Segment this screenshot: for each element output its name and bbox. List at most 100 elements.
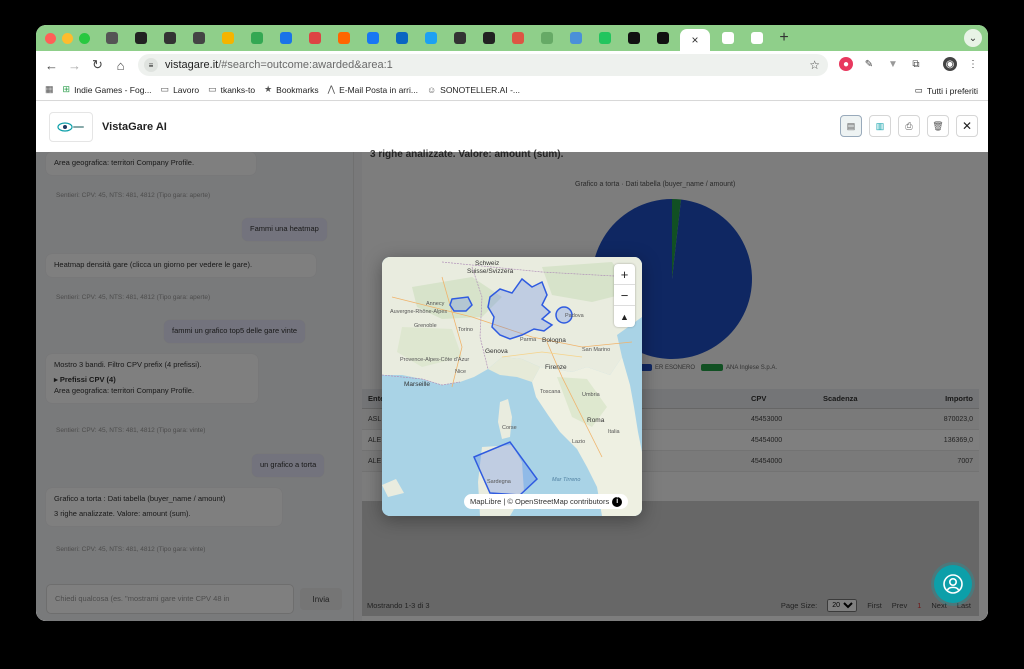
map-label: Toscana (540, 389, 561, 395)
browser-tab[interactable] (651, 29, 674, 47)
browser-toolbar: ← → ↻ ⌂ ≡ vistagare.it /#search=outcome:… (36, 51, 988, 79)
bookmark-lavoro[interactable]: ▭ Lavoro (161, 84, 200, 95)
tab-favicon-icon (105, 32, 118, 44)
map-modal[interactable]: Schweiz Suisse/Svizzera Annecy Grenoble … (382, 257, 642, 516)
browser-tab[interactable] (390, 29, 413, 47)
browser-tab[interactable] (158, 29, 181, 47)
bookmark-tkanks-to[interactable]: ▭ tkanks-to (208, 84, 255, 95)
map-icon: ▥ (875, 120, 885, 131)
map-label: Provence-Alpes-Côte d'Azur (400, 357, 470, 363)
map-label: Schweiz (475, 260, 500, 267)
bookmark-indie-games[interactable]: ⊞ Indie Games - Fog... (63, 84, 152, 95)
browser-window: × + ⌄ ← → ↻ ⌂ ≡ vistagare.it /#search=out… (36, 25, 988, 621)
map-label: Suisse/Svizzera (467, 268, 514, 275)
apps-grid-icon[interactable]: ▦ (45, 84, 54, 95)
browser-tab[interactable] (419, 29, 442, 47)
address-bar[interactable]: ≡ vistagare.it /#search=outcome:awarded&… (138, 54, 828, 76)
assistant-fab-button[interactable] (934, 565, 972, 603)
browser-tab[interactable] (187, 29, 210, 47)
filter-icon[interactable]: ▼ (886, 57, 900, 71)
tab-favicon-icon (134, 32, 147, 44)
tab-search-button[interactable]: ⌄ (964, 29, 982, 47)
browser-menu-icon[interactable]: ⋮ (966, 57, 980, 71)
close-button[interactable]: ✕ (956, 115, 978, 137)
all-bookmarks-folder[interactable]: ▭ Tutti i preferiti (915, 85, 978, 96)
tab-favicon-icon (250, 32, 263, 44)
bookmark-bookmarks[interactable]: ★ Bookmarks (264, 84, 319, 95)
map-attribution: MapLibre | © OpenStreetMap contributors … (464, 494, 629, 509)
browser-tab[interactable] (716, 29, 739, 47)
browser-tab[interactable] (129, 29, 152, 47)
browser-tab[interactable] (477, 29, 500, 47)
extensions-puzzle-icon[interactable]: ⧉ (909, 57, 923, 71)
browser-tab[interactable] (216, 29, 239, 47)
folder-icon: ▭ (914, 85, 923, 95)
folder-icon: ▭ (160, 84, 170, 94)
browser-tab[interactable] (361, 29, 384, 47)
browser-tab[interactable] (745, 29, 768, 47)
tab-favicon-icon (750, 32, 763, 44)
print-button[interactable]: ⎙ (898, 115, 920, 137)
zoom-out-button[interactable]: − (614, 285, 635, 306)
url-host: vistagare.it (165, 59, 219, 71)
compass-icon[interactable]: ▲ (614, 306, 635, 327)
browser-tab[interactable] (593, 29, 616, 47)
map-button[interactable]: ▥ (869, 115, 891, 137)
map-label: San Marino (582, 347, 611, 353)
url-path: /#search=outcome:awarded&area:1 (218, 59, 393, 71)
tab-favicon-icon (721, 32, 734, 44)
bookmark-email[interactable]: ⋀ E-Mail Posta in arri... (328, 84, 418, 95)
profile-avatar[interactable]: ◉ (943, 57, 957, 71)
tab-favicon-icon (656, 32, 669, 44)
map-label: Roma (587, 417, 605, 424)
bookmark-star-icon[interactable]: ☆ (809, 58, 820, 72)
map-label: Corse (502, 425, 517, 431)
zoom-window-button[interactable] (79, 32, 90, 44)
map-label: Genova (485, 348, 508, 355)
tab-favicon-icon (511, 32, 524, 44)
star-icon: ★ (264, 84, 273, 94)
browser-tab[interactable] (332, 29, 355, 47)
map-label: Torino (458, 327, 473, 333)
map-label: Annecy (426, 301, 445, 307)
browser-tab[interactable] (303, 29, 326, 47)
browser-tab[interactable] (622, 29, 645, 47)
zoom-in-button[interactable]: + (614, 264, 635, 285)
bookmark-sonoteller[interactable]: ☺ SONOTELLER.AI -... (427, 85, 520, 95)
active-tab-close-button[interactable]: × (680, 29, 710, 51)
browser-tab[interactable] (100, 29, 123, 47)
map-controls: + − ▲ (614, 264, 635, 327)
save-button[interactable]: ▤ (840, 115, 862, 137)
minimize-window-button[interactable] (62, 32, 73, 44)
map-label: Mar Tirreno (552, 477, 581, 483)
browser-tab[interactable] (564, 29, 587, 47)
plus-square-icon: ⊞ (62, 84, 71, 94)
tab-favicon-icon (540, 32, 553, 44)
info-icon[interactable]: i (612, 496, 623, 507)
print-icon: ⎙ (905, 120, 913, 131)
browser-tab[interactable] (448, 29, 471, 47)
tab-favicon-icon (569, 32, 582, 44)
reload-button[interactable]: ↻ (86, 57, 109, 73)
delete-button[interactable]: 🗑 (927, 115, 949, 137)
app-logo (49, 112, 93, 142)
browser-tab[interactable] (245, 29, 268, 47)
folder-icon: ▭ (208, 84, 217, 94)
tab-favicon-icon (337, 32, 350, 44)
map-label: Sardegna (487, 479, 511, 485)
close-window-button[interactable] (45, 32, 56, 44)
new-tab-button[interactable]: + (774, 29, 794, 47)
forward-button[interactable]: → (63, 58, 86, 73)
site-info-icon[interactable]: ≡ (144, 58, 158, 72)
tab-favicon-icon (424, 32, 437, 44)
browser-tab[interactable] (506, 29, 529, 47)
map-label: Firenze (545, 364, 567, 371)
extension-red-icon[interactable]: ● (839, 57, 853, 71)
pen-icon[interactable]: ✎ (862, 57, 876, 71)
back-button[interactable]: ← (40, 58, 63, 73)
map-label: Parma (520, 337, 537, 343)
browser-tab[interactable] (274, 29, 297, 47)
app-header: VistaGare AI ▤ ▥ ⎙ 🗑 ✕ (36, 102, 988, 152)
browser-tab[interactable] (535, 29, 558, 47)
home-button[interactable]: ⌂ (109, 58, 132, 73)
